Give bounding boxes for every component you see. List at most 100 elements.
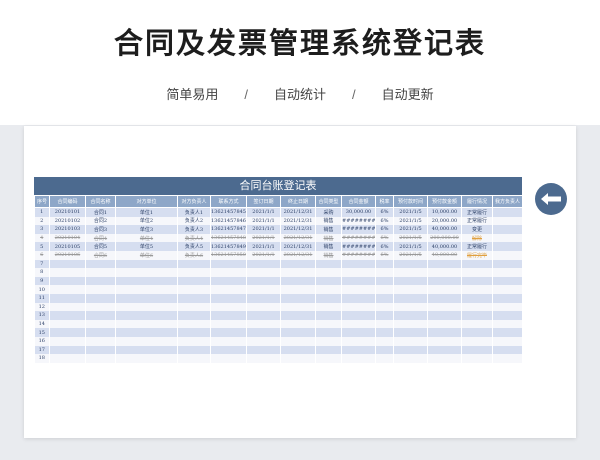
column-header[interactable]: 预付款金额 [427, 195, 462, 208]
table-cell[interactable] [177, 268, 211, 277]
table-cell[interactable] [427, 336, 462, 346]
table-cell[interactable] [341, 268, 376, 277]
table-cell[interactable] [375, 285, 394, 294]
table-cell[interactable] [393, 319, 428, 329]
table-cell[interactable]: 13621457845 [210, 207, 247, 217]
table-cell[interactable]: 2021/1/1 [246, 225, 281, 234]
table-row[interactable]: 6 20210106 合同6 单位6 负责人6 13621457850 2021/1/1 20… [34, 250, 523, 260]
table-row[interactable]: 8 [34, 268, 523, 277]
table-cell[interactable]: 11 [34, 293, 50, 303]
table-cell[interactable] [280, 336, 316, 346]
table-cell[interactable] [177, 293, 211, 303]
table-cell[interactable] [85, 276, 116, 286]
column-header[interactable]: 税率 [375, 195, 394, 208]
table-cell[interactable]: 13621457850 [210, 250, 247, 260]
table-cell[interactable]: 销售 [315, 233, 342, 243]
table-cell[interactable]: 2021/1/5 [393, 233, 428, 243]
table-cell[interactable]: 2021/12/31 [280, 233, 316, 243]
table-cell[interactable]: 20,000.00 [427, 216, 462, 226]
table-cell[interactable]: 正常履行 [461, 207, 493, 217]
table-cell[interactable]: 变更 [461, 225, 493, 234]
table-cell[interactable]: 6% [375, 250, 394, 260]
column-header[interactable]: 我方负责人 [492, 195, 523, 208]
table-cell[interactable] [393, 276, 428, 286]
table-cell[interactable] [85, 268, 116, 277]
table-cell[interactable] [246, 302, 281, 312]
table-cell[interactable] [177, 311, 211, 320]
table-cell[interactable]: 2021/1/1 [246, 242, 281, 251]
table-cell[interactable] [492, 285, 523, 294]
table-cell[interactable]: 6% [375, 216, 394, 226]
table-cell[interactable]: 2021/1/5 [393, 242, 428, 251]
table-cell[interactable] [492, 293, 523, 303]
table-cell[interactable] [393, 336, 428, 346]
table-cell[interactable]: 2021/1/1 [246, 216, 281, 226]
table-cell[interactable] [341, 302, 376, 312]
table-cell[interactable]: 合同1 [85, 207, 116, 217]
table-cell[interactable] [461, 336, 493, 346]
table-cell[interactable] [49, 319, 86, 329]
table-cell[interactable]: 5 [34, 242, 50, 251]
table-cell[interactable]: 20210106 [49, 250, 86, 260]
table-cell[interactable] [246, 354, 281, 363]
table-cell[interactable] [210, 336, 247, 346]
table-cell[interactable] [210, 285, 247, 294]
table-cell[interactable]: 15 [34, 328, 50, 337]
table-cell[interactable]: 6% [375, 233, 394, 243]
table-cell[interactable]: 10,000.00 [427, 207, 462, 217]
table-cell[interactable] [210, 293, 247, 303]
table-cell[interactable] [85, 285, 116, 294]
table-cell[interactable] [49, 336, 86, 346]
table-cell[interactable] [246, 276, 281, 286]
table-cell[interactable] [492, 276, 523, 286]
table-cell[interactable] [280, 285, 316, 294]
table-cell[interactable] [341, 311, 376, 320]
table-row[interactable]: 4 20210104 合同4 单位4 负责人4 13621457848 2021/1/1 20… [34, 233, 523, 243]
table-cell[interactable]: 6 [34, 250, 50, 260]
table-cell[interactable]: 2021/12/31 [280, 207, 316, 217]
table-cell[interactable]: 合同2 [85, 216, 116, 226]
table-cell[interactable] [210, 276, 247, 286]
table-cell[interactable] [492, 302, 523, 312]
table-cell[interactable] [393, 354, 428, 363]
table-cell[interactable]: 单位2 [115, 216, 178, 226]
table-cell[interactable] [375, 268, 394, 277]
table-cell[interactable] [315, 276, 342, 286]
table-cell[interactable]: 履行完毕 [461, 250, 493, 260]
table-row[interactable]: 16 [34, 336, 523, 346]
table-cell[interactable] [315, 319, 342, 329]
table-cell[interactable]: 14 [34, 319, 50, 329]
table-row[interactable]: 3 20210103 合同3 单位3 负责人3 13621457847 2021/1/1 20… [34, 225, 523, 234]
table-cell[interactable] [492, 319, 523, 329]
table-cell[interactable] [461, 354, 493, 363]
table-cell[interactable] [427, 345, 462, 355]
column-header[interactable]: 预付款时间 [393, 195, 428, 208]
table-cell[interactable]: 6% [375, 242, 394, 251]
table-cell[interactable] [315, 293, 342, 303]
table-cell[interactable]: 负责人4 [177, 233, 211, 243]
table-cell[interactable]: 13621457846 [210, 216, 247, 226]
table-cell[interactable] [492, 250, 523, 260]
table-cell[interactable]: 单位1 [115, 207, 178, 217]
table-cell[interactable] [461, 268, 493, 277]
table-cell[interactable] [280, 354, 316, 363]
table-cell[interactable] [85, 336, 116, 346]
table-cell[interactable] [210, 259, 247, 269]
table-cell[interactable] [246, 268, 281, 277]
table-cell[interactable] [210, 268, 247, 277]
table-cell[interactable]: 2021/12/31 [280, 216, 316, 226]
table-cell[interactable]: ########## [341, 216, 376, 226]
table-cell[interactable] [49, 345, 86, 355]
table-cell[interactable] [375, 293, 394, 303]
table-cell[interactable]: 10 [34, 285, 50, 294]
table-cell[interactable]: 单位3 [115, 225, 178, 234]
table-cell[interactable]: 7 [34, 259, 50, 269]
table-cell[interactable] [461, 293, 493, 303]
table-cell[interactable] [177, 328, 211, 337]
table-cell[interactable] [177, 302, 211, 312]
table-cell[interactable] [85, 293, 116, 303]
table-cell[interactable]: 合同6 [85, 250, 116, 260]
table-cell[interactable] [427, 293, 462, 303]
table-cell[interactable] [210, 345, 247, 355]
table-row[interactable]: 2 20210102 合同2 单位2 负责人2 13621457846 2021/1/1 20… [34, 216, 523, 226]
